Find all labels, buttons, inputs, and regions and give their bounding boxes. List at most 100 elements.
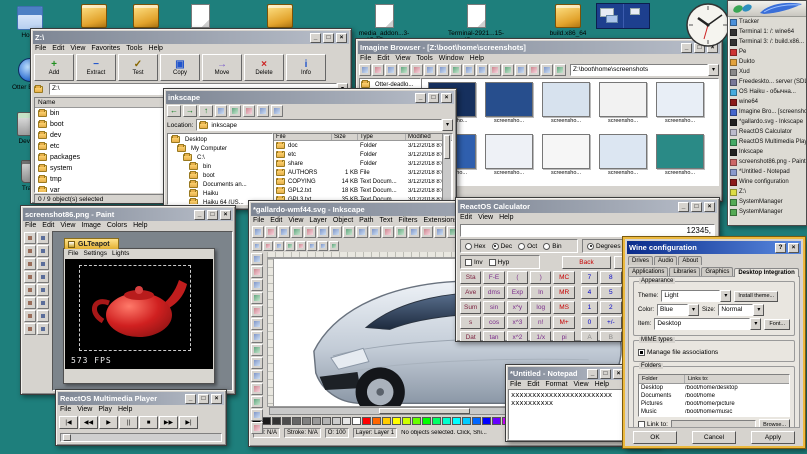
analog-clock[interactable] — [684, 1, 732, 49]
color-swatch[interactable] — [402, 417, 411, 425]
file-row[interactable]: share Folder 3/12/2018 8:0... — [274, 159, 452, 168]
playback-button[interactable]: ▶| — [179, 416, 198, 429]
menu-item[interactable]: File — [510, 381, 521, 388]
calculator-button[interactable]: 4 — [581, 286, 598, 299]
chevron-down-icon[interactable]: ▾ — [753, 304, 764, 316]
calculator-button[interactable]: x^2 — [507, 331, 528, 342]
calculator-button[interactable]: B — [600, 331, 621, 342]
toolbar-icon[interactable] — [252, 226, 264, 238]
menu-item[interactable]: Help — [470, 55, 484, 62]
calculator-button[interactable]: M+ — [553, 316, 574, 329]
title-bar[interactable]: ReactOS Calculator _ □ × — [458, 200, 717, 213]
close-button[interactable]: × — [220, 210, 231, 220]
calculator-button[interactable]: 2 — [600, 301, 621, 314]
toolbar-icon[interactable] — [395, 226, 407, 238]
item-select[interactable]: Desktop ▾ — [654, 318, 761, 330]
calculator-button[interactable]: n! — [530, 316, 551, 329]
paint-tool-icon[interactable] — [24, 323, 36, 335]
calculator-button[interactable]: 5 — [600, 286, 621, 299]
paint-tool-icon[interactable] — [37, 284, 49, 296]
toolbar-button[interactable]: → Move — [202, 54, 242, 81]
menu-item[interactable]: Window — [439, 55, 464, 62]
toolbar-icon[interactable] — [329, 241, 339, 251]
deskbar-window-item[interactable]: Dukto — [728, 57, 806, 67]
title-bar[interactable]: Z:\ _ □ × — [33, 31, 349, 44]
toolbar-icon[interactable] — [296, 241, 306, 251]
forward-icon[interactable]: → — [183, 105, 197, 117]
tool-icon[interactable] — [251, 344, 263, 356]
toolbar-icon[interactable] — [437, 64, 449, 76]
toolbar-button[interactable]: + Add — [34, 54, 74, 81]
calculator-button[interactable]: 0 — [581, 316, 598, 329]
chevron-down-icon[interactable]: ▾ — [688, 304, 699, 316]
column-header[interactable]: Size — [332, 134, 358, 140]
color-swatch[interactable] — [282, 417, 291, 425]
title-bar[interactable]: *Untitled - Notepad _ □ × — [508, 367, 626, 380]
maximize-button[interactable]: □ — [198, 394, 209, 404]
manage-associations-checkbox[interactable]: Manage file associations — [638, 349, 718, 356]
paint-tool-icon[interactable] — [37, 245, 49, 257]
thumbnail[interactable]: screensho... — [538, 81, 594, 132]
config-tab[interactable]: Audio — [654, 256, 677, 265]
calculator-button[interactable]: Exp — [507, 286, 528, 299]
calculator-button[interactable]: 7 — [581, 271, 598, 284]
toolbar-icon[interactable] — [398, 64, 410, 76]
color-swatch[interactable] — [442, 417, 451, 425]
menu-item[interactable]: View — [70, 45, 85, 52]
toolbar-icon[interactable] — [252, 241, 262, 251]
toolbar-icon[interactable] — [263, 241, 273, 251]
menu-item[interactable]: View — [288, 217, 303, 224]
menu-item[interactable]: Edit — [460, 214, 472, 221]
tool-icon[interactable] — [251, 422, 263, 434]
text-editor-area[interactable]: xxxxxxxxxxxxxxxxxxxxxxxxxxxxxxxxxx — [508, 389, 626, 440]
calculator-button[interactable]: s — [460, 316, 481, 329]
paint-tool-icon[interactable] — [24, 284, 36, 296]
paint-tool-icon[interactable] — [24, 297, 36, 309]
close-button[interactable]: × — [336, 33, 347, 43]
close-button[interactable]: × — [211, 394, 222, 404]
location-combo[interactable]: inkscape ▾ — [196, 119, 453, 131]
paint-tool-icon[interactable] — [37, 323, 49, 335]
calculator-button[interactable]: +/- — [600, 316, 621, 329]
toolbar-icon[interactable] — [385, 64, 397, 76]
color-swatch[interactable] — [382, 417, 391, 425]
deskbar-window-item[interactable]: Wine configuration — [728, 177, 806, 187]
paint-tool-icon[interactable] — [37, 271, 49, 283]
color-swatch[interactable] — [292, 417, 301, 425]
toolbar-icon[interactable] — [372, 64, 384, 76]
back-icon[interactable]: ← — [167, 105, 181, 117]
delete-icon[interactable] — [257, 105, 269, 117]
deskbar-window-item[interactable]: *Untitled - Notepad — [728, 167, 806, 177]
menu-item[interactable]: View — [77, 406, 92, 413]
color-swatch[interactable] — [332, 417, 341, 425]
tree-item[interactable]: My Computer — [169, 144, 271, 153]
up-icon[interactable]: ↑ — [199, 105, 213, 117]
folder-link-row[interactable]: Desktop /boot/home/desktop — [639, 384, 789, 392]
column-header[interactable]: Links to: — [685, 375, 789, 383]
toolbar-icon[interactable] — [359, 64, 371, 76]
tool-icon[interactable] — [251, 266, 263, 278]
deskbar-window-item[interactable]: screenshot86.png - Paint — [728, 157, 806, 167]
toolbar-icon[interactable] — [515, 64, 527, 76]
toolbar-icon[interactable] — [463, 64, 475, 76]
folder-link-row[interactable]: Documents /boot/home — [639, 392, 789, 400]
toolbar-icon[interactable] — [502, 64, 514, 76]
maximize-button[interactable]: □ — [600, 369, 611, 379]
size-select[interactable]: Normal ▾ — [718, 304, 764, 316]
chevron-down-icon[interactable]: ▾ — [720, 290, 731, 302]
paste-icon[interactable] — [243, 105, 255, 117]
menu-item[interactable]: Tools — [416, 55, 432, 62]
color-swatch[interactable] — [422, 417, 431, 425]
workspaces-applet[interactable] — [596, 3, 650, 29]
color-swatch[interactable] — [492, 417, 501, 425]
minimize-button[interactable]: _ — [415, 93, 426, 103]
calculator-button[interactable]: Back — [562, 256, 611, 269]
deskbar-window-item[interactable]: OS Haiku - обычна... — [728, 87, 806, 97]
tree-item[interactable]: Desktop — [169, 135, 271, 144]
minimize-button[interactable]: _ — [587, 369, 598, 379]
playback-button[interactable]: |◀ — [59, 416, 78, 429]
menu-item[interactable]: View — [574, 381, 589, 388]
calculator-button[interactable]: MR — [553, 286, 574, 299]
toolbar-icon[interactable] — [382, 226, 394, 238]
menu-item[interactable]: Help — [133, 222, 147, 229]
